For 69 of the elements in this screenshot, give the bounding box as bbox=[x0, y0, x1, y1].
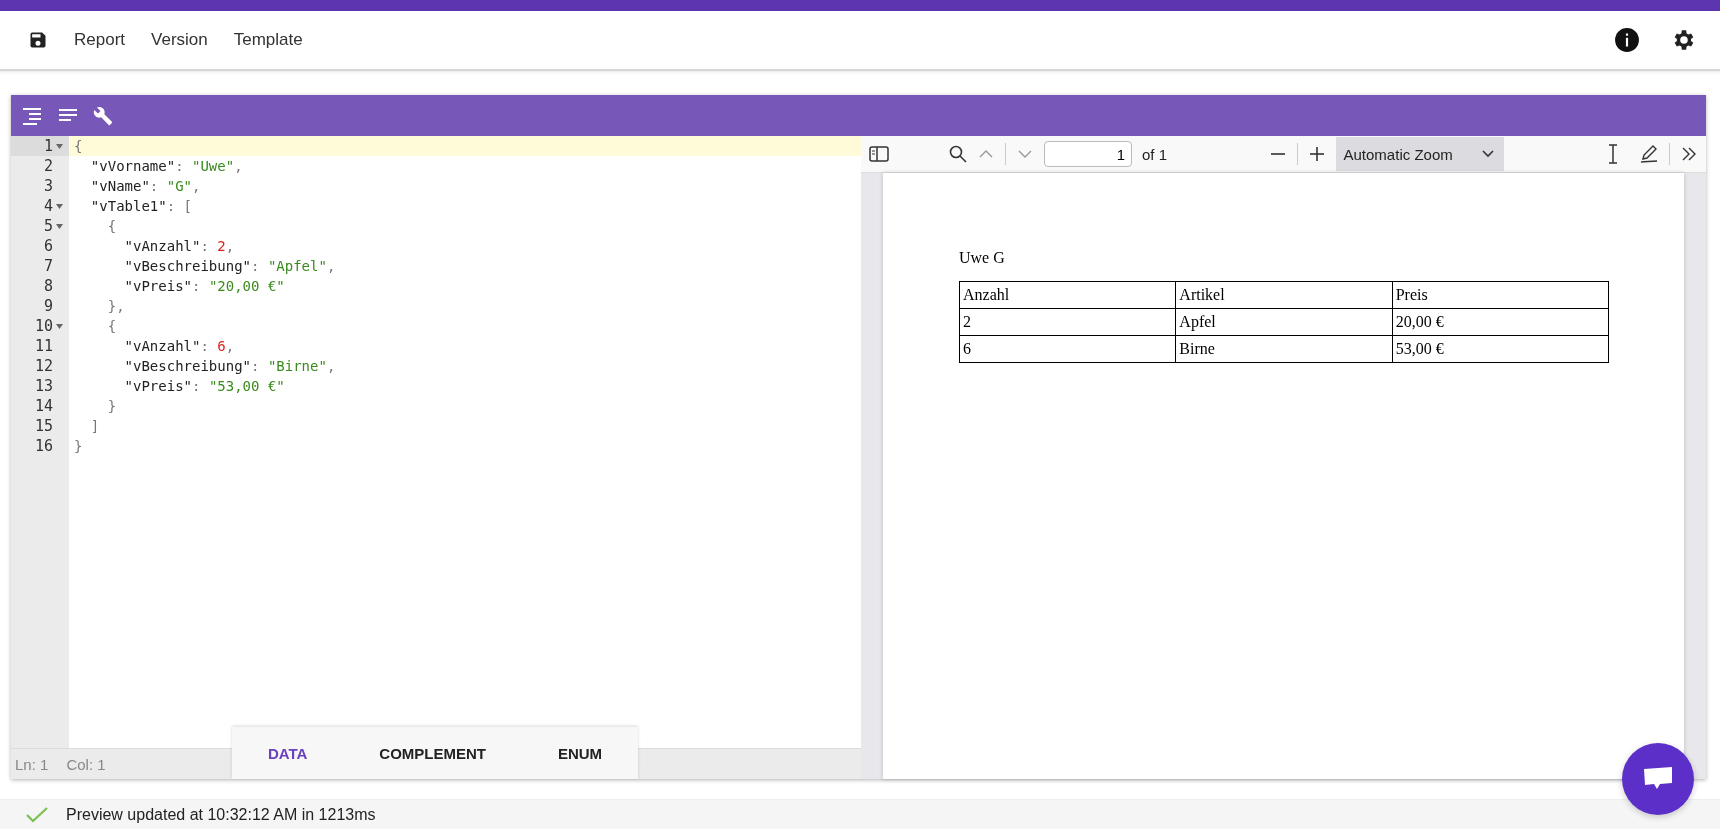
line-number: 10 bbox=[34, 317, 53, 335]
menu-item[interactable]: Report bbox=[74, 26, 126, 54]
page-count: of 1 bbox=[1142, 145, 1168, 163]
table-header-cell: Anzahl bbox=[959, 281, 1176, 309]
menu-item[interactable]: Template bbox=[233, 26, 303, 54]
double-chevron-icon[interactable] bbox=[1680, 145, 1698, 163]
code-text: } bbox=[73, 437, 83, 456]
table-cell: Birne bbox=[1175, 335, 1393, 363]
code-text: ] bbox=[89, 417, 100, 436]
sidebar-toggle-icon[interactable] bbox=[869, 146, 889, 162]
table-cell: 53,00 € bbox=[1392, 335, 1609, 363]
fold-caret-icon[interactable] bbox=[55, 223, 63, 229]
search-icon[interactable] bbox=[949, 145, 967, 163]
code-text: "vBeschreibung": "Birne", bbox=[123, 357, 336, 376]
code-text: "vAnzahl": 6, bbox=[123, 337, 235, 356]
code-text: { bbox=[106, 317, 117, 336]
line-number: 6 bbox=[43, 237, 53, 255]
line-number: 5 bbox=[43, 217, 53, 235]
line-number: 2 bbox=[43, 157, 53, 175]
table-cell: 2 bbox=[959, 308, 1176, 336]
code-text: "vPreis": "20,00 €" bbox=[123, 277, 285, 296]
menu-item[interactable]: Version bbox=[151, 26, 208, 54]
line-number: 1 bbox=[43, 137, 53, 155]
line-number: 4 bbox=[43, 197, 53, 215]
zoom-in-icon[interactable] bbox=[1307, 145, 1326, 163]
wrench-icon[interactable] bbox=[93, 105, 113, 126]
code-text: "vAnzahl": 2, bbox=[123, 237, 235, 256]
code-text: { bbox=[106, 217, 117, 236]
code-text: { bbox=[73, 137, 83, 156]
info-icon[interactable] bbox=[1614, 27, 1640, 53]
tab[interactable]: DATA bbox=[257, 736, 318, 770]
line-number: 7 bbox=[43, 257, 53, 275]
table-header-cell: Preis bbox=[1392, 281, 1609, 309]
save-icon[interactable] bbox=[28, 30, 48, 50]
zoom-select[interactable]: Automatic Zoom bbox=[1335, 137, 1504, 171]
line-number: 11 bbox=[34, 337, 53, 355]
line-number: 9 bbox=[43, 297, 53, 315]
code-text: "vVorname": "Uwe", bbox=[89, 157, 243, 176]
line-number: 3 bbox=[43, 177, 53, 195]
cursor-column: Col: 1 bbox=[66, 755, 106, 773]
fold-caret-icon[interactable] bbox=[55, 143, 63, 149]
check-icon bbox=[26, 806, 48, 823]
code-text: "vPreis": "53,00 €" bbox=[123, 377, 285, 396]
fold-caret-icon[interactable] bbox=[55, 323, 63, 329]
pen-icon[interactable] bbox=[1639, 144, 1659, 164]
table-cell: 20,00 € bbox=[1392, 308, 1609, 336]
line-number: 8 bbox=[43, 277, 53, 295]
tab[interactable]: COMPLEMENT bbox=[369, 736, 496, 770]
code-text: "vTable1": [ bbox=[89, 197, 192, 216]
line-number: 14 bbox=[34, 397, 53, 415]
status-message: Preview updated at 10:32:12 AM in 1213ms bbox=[66, 805, 376, 824]
indent-lines-icon[interactable] bbox=[21, 106, 43, 125]
line-number: 13 bbox=[34, 377, 53, 395]
cursor-line: Ln: 1 bbox=[15, 755, 49, 773]
line-number: 15 bbox=[34, 417, 53, 435]
code-text: } bbox=[106, 397, 117, 416]
code-text: "vBeschreibung": "Apfel", bbox=[123, 257, 336, 276]
document-heading: Uwe G bbox=[959, 249, 1006, 267]
code-text: }, bbox=[106, 297, 125, 316]
line-number: 12 bbox=[34, 357, 53, 375]
table-cell: Apfel bbox=[1175, 308, 1393, 336]
line-number: 16 bbox=[34, 437, 53, 455]
table-cell: 6 bbox=[959, 335, 1176, 363]
page-number-field[interactable]: 1 bbox=[1044, 141, 1132, 167]
caret-icon bbox=[1481, 150, 1494, 158]
code-text: "vName": "G", bbox=[89, 177, 201, 196]
table-header-cell: Artikel bbox=[1175, 281, 1393, 309]
tab[interactable]: ENUM bbox=[547, 736, 613, 770]
fold-caret-icon[interactable] bbox=[55, 203, 63, 209]
